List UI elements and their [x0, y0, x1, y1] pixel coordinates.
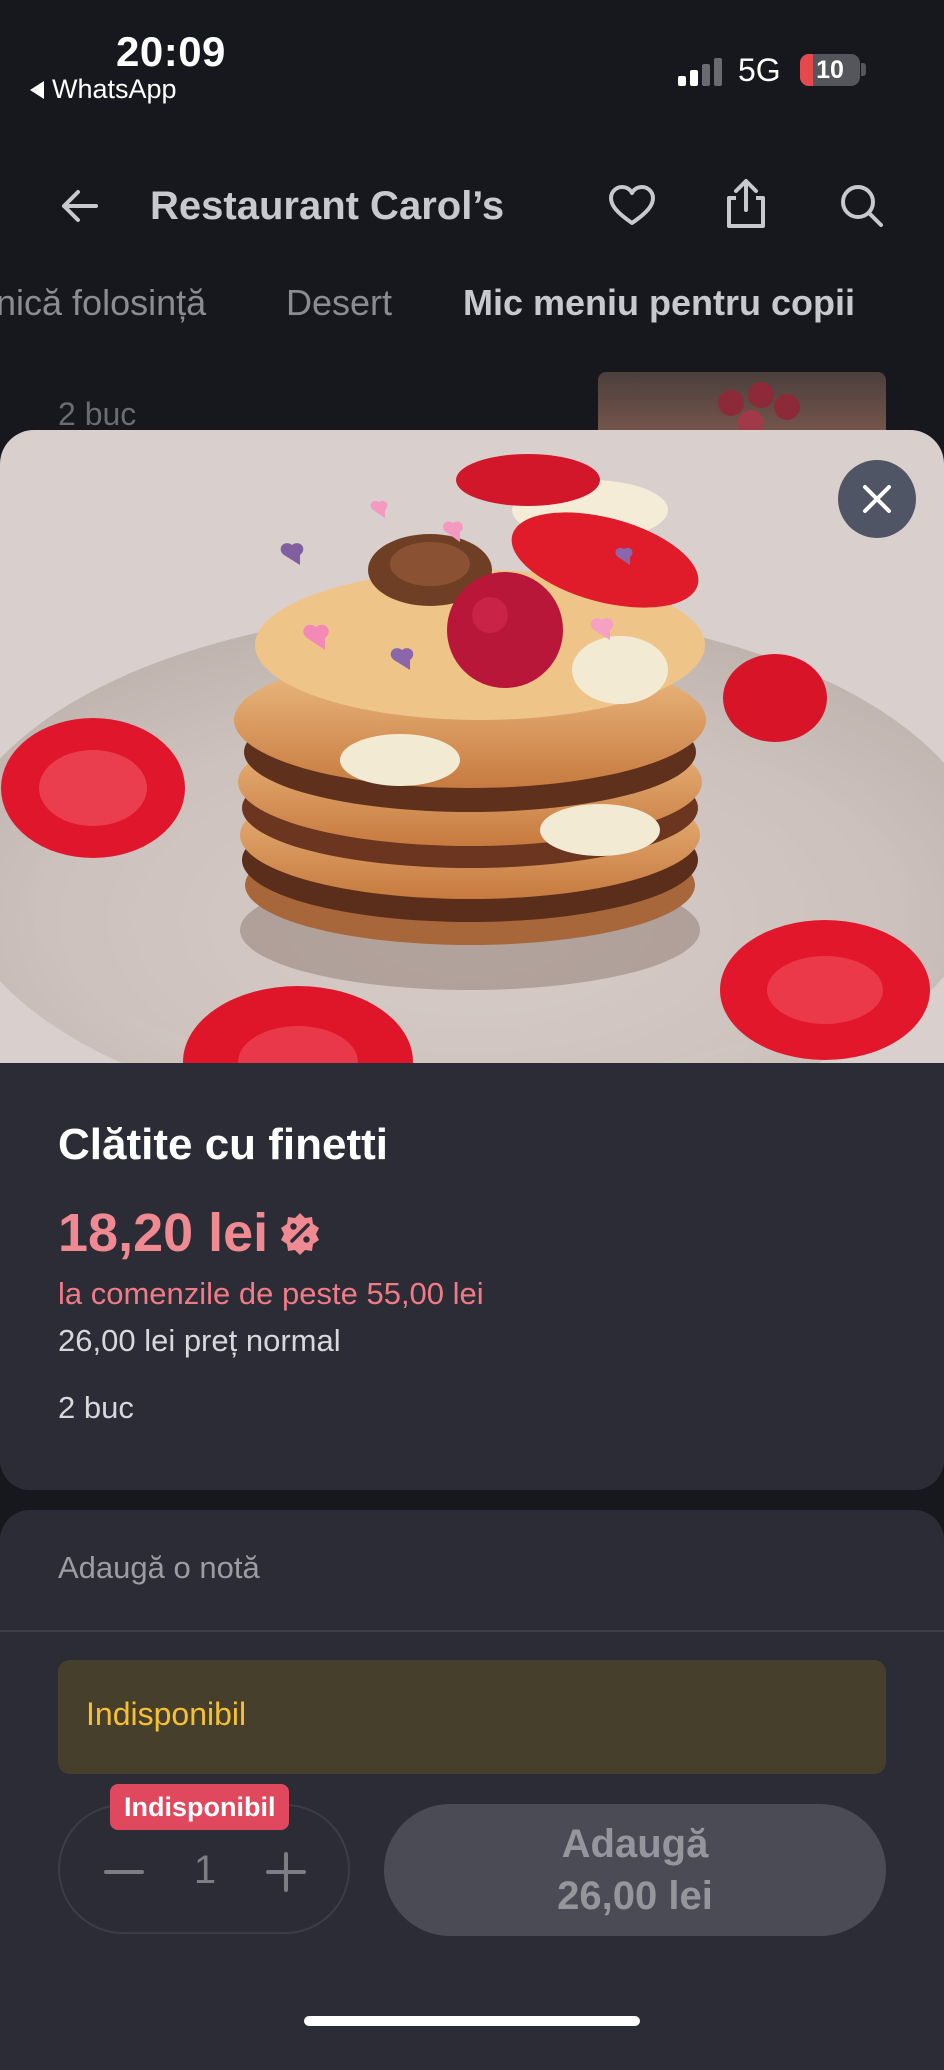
decrement-button[interactable]: [104, 1852, 144, 1892]
share-icon[interactable]: [720, 176, 772, 228]
battery-level: 10: [816, 56, 844, 84]
network-type: 5G: [738, 52, 781, 88]
divider: [0, 1630, 944, 1632]
discount-icon: [281, 1213, 320, 1255]
close-icon: [863, 485, 891, 513]
status-time: 20:09: [116, 28, 226, 75]
close-button[interactable]: [838, 460, 916, 538]
unavailable-badge: Indisponibil: [110, 1784, 290, 1830]
product-name: Clătite cu finetti: [58, 1120, 389, 1169]
back-arrow-icon[interactable]: [54, 180, 106, 232]
minus-icon: [104, 1870, 144, 1874]
category-tabs: nică folosință Desert Mic meniu pentru c…: [0, 282, 944, 332]
back-triangle-icon: [30, 80, 44, 99]
plus-icon: [266, 1852, 306, 1892]
product-photo: [0, 430, 944, 1063]
product-quantity: 2 buc: [58, 1390, 134, 1425]
add-note-field[interactable]: Adaugă o notă: [58, 1550, 260, 1586]
add-button-price: 26,00 lei: [557, 1874, 713, 1918]
add-to-cart-button[interactable]: Adaugă 26,00 lei: [384, 1804, 886, 1936]
normal-price: 26,00 lei preț normal: [58, 1323, 341, 1358]
search-icon[interactable]: [836, 180, 888, 232]
tab-desert[interactable]: Desert: [286, 282, 392, 324]
add-button-label: Adaugă: [561, 1822, 709, 1866]
price-value: 18,20 lei: [58, 1203, 269, 1263]
increment-button[interactable]: [266, 1852, 306, 1892]
heart-icon[interactable]: [606, 180, 658, 232]
quantity-value: 1: [193, 1848, 217, 1892]
product-price: 18,20 lei: [58, 1202, 322, 1264]
tab-nica-folosinta[interactable]: nică folosință: [0, 282, 206, 324]
back-app-label: WhatsApp: [52, 74, 177, 104]
back-to-app-link[interactable]: WhatsApp: [30, 74, 177, 105]
page-title: Restaurant Carol’s: [150, 184, 505, 228]
battery-icon: 10: [800, 54, 860, 86]
home-indicator[interactable]: [304, 2016, 640, 2026]
battery-cap: [861, 63, 866, 76]
signal-icon: [678, 56, 722, 86]
tab-mic-meniu-copii[interactable]: Mic meniu pentru copii: [463, 282, 855, 324]
unavailable-banner-text: Indisponibil: [86, 1696, 247, 1732]
promo-condition: la comenzile de peste 55,00 lei: [58, 1276, 484, 1311]
list-item-quantity: 2 buc: [58, 396, 137, 432]
